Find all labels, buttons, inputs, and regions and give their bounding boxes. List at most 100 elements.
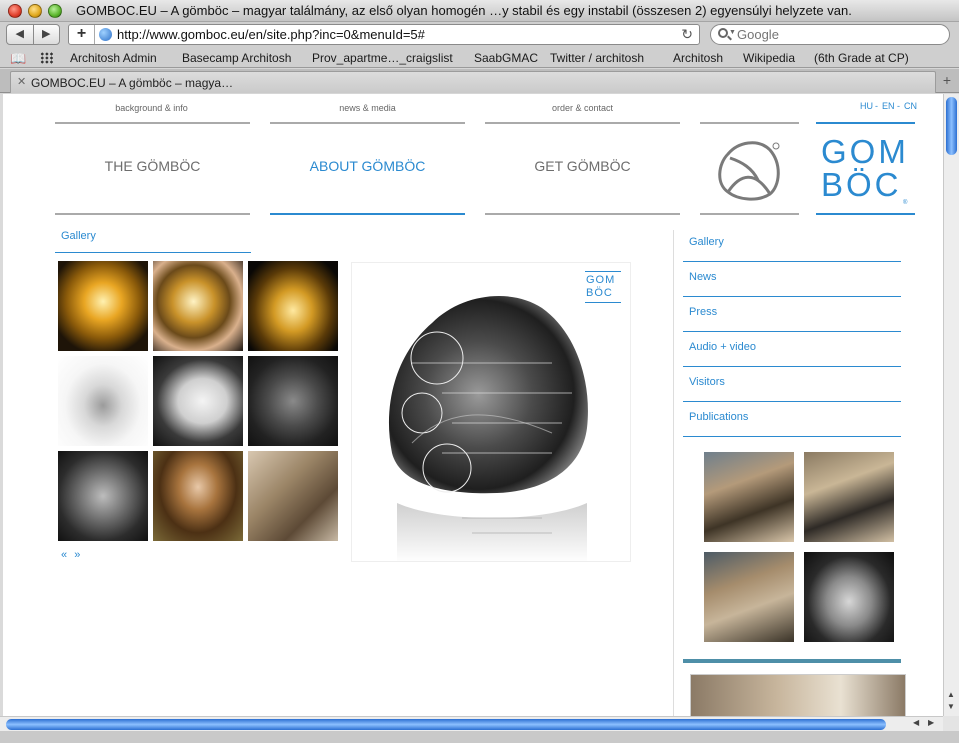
nav-about-gomboc[interactable]: ABOUT GÖMBÖC [270, 122, 465, 215]
nav-label: GET GÖMBÖC [534, 158, 631, 174]
lang-en[interactable]: EN [882, 101, 895, 111]
sidebar-item-news[interactable]: News [683, 262, 901, 297]
gallery-thumbnail[interactable] [58, 356, 148, 446]
scroll-up-icon[interactable]: ▲ [947, 690, 955, 699]
tab-bar: ✕ GOMBOC.EU – A gömböc – magya… + [0, 69, 959, 93]
sidebar-item-audio-video[interactable]: Audio + video [683, 332, 901, 367]
lang-separator: - [897, 101, 900, 111]
gallery-pager: « » [61, 549, 84, 561]
sublink-news-media[interactable]: news & media [270, 103, 465, 113]
tab-gomboc[interactable]: ✕ GOMBOC.EU – A gömböc – magya… [10, 71, 936, 93]
registered-mark: ® [903, 200, 908, 206]
gallery-thumbnail[interactable] [153, 261, 243, 351]
sidebar-section-bar [683, 659, 901, 663]
bookmark-item[interactable]: Twitter / architosh [550, 51, 644, 65]
mini-logo-line-1: GOM [586, 274, 616, 286]
bookmark-item[interactable]: Prov_apartme…_craigslist [312, 51, 453, 65]
sidebar-item-label: Press [689, 306, 718, 318]
search-input[interactable] [737, 27, 937, 42]
bookmark-item[interactable]: Basecamp Architosh [182, 51, 291, 65]
resize-corner[interactable] [943, 716, 959, 731]
vertical-scrollbar[interactable]: ▲ ▼ [943, 94, 959, 716]
gallery-thumbnail[interactable] [248, 451, 338, 541]
sidebar-item-label: Gallery [689, 236, 724, 248]
reload-icon[interactable]: ↻ [681, 26, 693, 43]
tab-title: GOMBOC.EU – A gömböc – magya… [31, 76, 234, 90]
sublink-background-info[interactable]: background & info [55, 103, 248, 113]
history-buttons: ◀ ▶ [6, 24, 60, 45]
close-icon[interactable]: ✕ [17, 75, 26, 88]
gomboc-wordmark-logo[interactable]: GOM BÖC ® [816, 122, 915, 215]
nav-get-gomboc[interactable]: GET GÖMBÖC [485, 122, 680, 215]
sidebar-item-press[interactable]: Press [683, 297, 901, 332]
bookmarks-bar: 📖 Architosh Admin Basecamp Architosh Pro… [0, 48, 959, 68]
horizontal-scroll-thumb[interactable] [6, 719, 886, 730]
bookmark-item[interactable]: Wikipedia [743, 51, 795, 65]
top-sites-grid-icon[interactable] [40, 52, 54, 64]
nav-label: THE GÖMBÖC [104, 158, 201, 174]
horizontal-scrollbar[interactable]: ◀ ▶ [0, 716, 943, 731]
sidebar-item-label: Publications [689, 411, 749, 423]
gallery-thumbnail[interactable] [58, 261, 148, 351]
page-viewport: background & info news & media order & c… [0, 94, 943, 716]
minimize-window-button[interactable] [28, 4, 42, 18]
sidebar-item-label: Audio + video [689, 341, 756, 353]
bookmark-item[interactable]: (6th Grade at CP) [814, 51, 909, 65]
gallery-thumbnail[interactable] [153, 356, 243, 446]
sidebar-divider [673, 230, 674, 716]
gallery-tab-label: Gallery [61, 230, 96, 242]
press-photo[interactable] [690, 674, 906, 716]
tab-gallery[interactable]: Gallery [55, 230, 251, 253]
visitor-photo[interactable] [704, 452, 794, 542]
scroll-right-icon[interactable]: ▶ [928, 718, 934, 727]
window-titlebar: GOMBOC.EU – A gömböc – magyar találmány,… [0, 0, 959, 22]
visitor-photo[interactable] [804, 552, 894, 642]
main-gallery-image[interactable]: GOM BÖC [351, 262, 631, 562]
bookmark-item[interactable]: Architosh Admin [70, 51, 157, 65]
nav-label: ABOUT GÖMBÖC [309, 158, 426, 174]
zoom-window-button[interactable] [48, 4, 62, 18]
lang-separator: - [875, 101, 878, 111]
browser-toolbar: ◀ ▶ + http://www.gomboc.eu/en/site.php?i… [0, 22, 959, 48]
gallery-thumbnail[interactable] [58, 451, 148, 541]
lang-hu[interactable]: HU [860, 101, 873, 111]
sidebar-item-visitors[interactable]: Visitors [683, 367, 901, 402]
window-title: GOMBOC.EU – A gömböc – magyar találmány,… [76, 3, 852, 18]
address-bar[interactable]: + http://www.gomboc.eu/en/site.php?inc=0… [68, 24, 700, 45]
chevron-down-icon[interactable]: ▼ [729, 29, 736, 36]
book-icon[interactable]: 📖 [10, 51, 26, 67]
bookmark-item[interactable]: Architosh [673, 51, 723, 65]
gomboc-shape-icon [718, 141, 780, 201]
sidebar-item-publications[interactable]: Publications [683, 402, 901, 437]
logo-line-2: BÖC [821, 166, 902, 203]
lang-cn[interactable]: CN [904, 101, 917, 111]
add-bookmark-icon[interactable]: + [69, 25, 95, 44]
back-icon[interactable]: ◀ [7, 25, 34, 44]
scroll-down-icon[interactable]: ▼ [947, 702, 955, 711]
gallery-thumbnail[interactable] [153, 451, 243, 541]
gomboc-shape-logo[interactable] [700, 122, 799, 215]
sidebar-item-gallery[interactable]: Gallery [683, 227, 901, 262]
nav-the-gomboc[interactable]: THE GÖMBÖC [55, 122, 250, 215]
gallery-thumbnail[interactable] [248, 356, 338, 446]
sublink-order-contact[interactable]: order & contact [485, 103, 680, 113]
bookmark-item[interactable]: SaabGMAC [474, 51, 538, 65]
gallery-thumbnail[interactable] [248, 261, 338, 351]
forward-icon[interactable]: ▶ [34, 25, 60, 44]
new-tab-icon[interactable]: + [943, 72, 951, 88]
scroll-left-icon[interactable]: ◀ [913, 718, 919, 727]
visitor-photo[interactable] [804, 452, 894, 542]
status-bar [0, 731, 959, 743]
globe-icon [99, 28, 112, 41]
vertical-scroll-thumb[interactable] [946, 97, 957, 155]
visitor-photo[interactable] [704, 552, 794, 642]
pager-next-link[interactable]: » [74, 549, 80, 561]
search-field[interactable]: ▼ [710, 24, 950, 45]
url-text[interactable]: http://www.gomboc.eu/en/site.php?inc=0&m… [117, 27, 425, 42]
mini-logo-line-2: BÖC [586, 287, 613, 299]
close-window-button[interactable] [8, 4, 22, 18]
sidebar-item-label: News [689, 271, 717, 283]
pager-prev-link[interactable]: « [61, 549, 67, 561]
sidebar-item-label: Visitors [689, 376, 725, 388]
gomboc-mini-logo: GOM BÖC [585, 271, 621, 303]
